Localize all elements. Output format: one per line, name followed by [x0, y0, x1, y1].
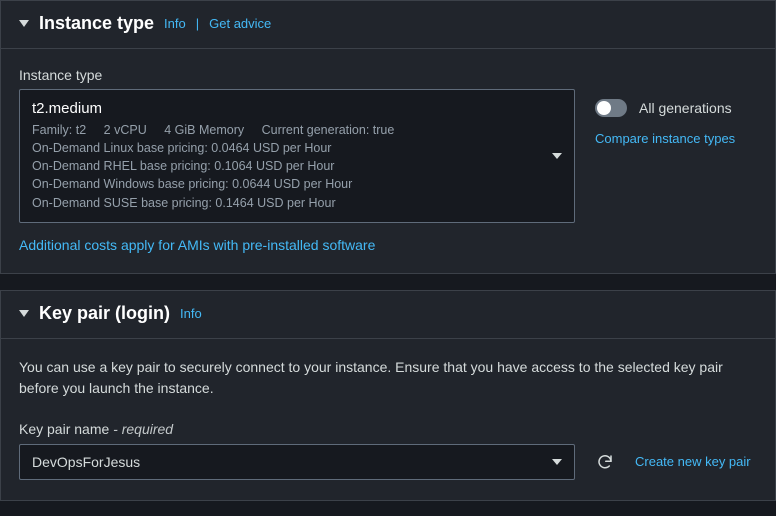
pricing-line: On-Demand SUSE base pricing: 0.1464 USD …	[32, 194, 538, 212]
key-pair-field-label: Key pair name - required	[19, 421, 757, 437]
instance-meta: Family: t2 2 vCPU 4 GiB Memory Current g…	[32, 121, 538, 212]
key-pair-title: Key pair (login)	[39, 303, 170, 324]
pricing-line: On-Demand Windows base pricing: 0.0644 U…	[32, 175, 538, 193]
instance-memory: 4 GiB Memory	[164, 123, 244, 137]
pricing-line: On-Demand RHEL base pricing: 0.1064 USD …	[32, 157, 538, 175]
instance-type-body: Instance type t2.medium Family: t2 2 vCP…	[1, 48, 775, 273]
key-pair-selected-value: DevOpsForJesus	[32, 454, 140, 470]
info-link[interactable]: Info	[180, 306, 202, 321]
create-key-pair-link[interactable]: Create new key pair	[635, 454, 751, 469]
key-pair-panel: Key pair (login) Info You can use a key …	[0, 290, 776, 501]
chevron-down-icon	[552, 153, 562, 159]
instance-type-selector[interactable]: t2.medium Family: t2 2 vCPU 4 GiB Memory…	[19, 89, 575, 223]
instance-type-field-label: Instance type	[19, 67, 757, 83]
all-generations-label: All generations	[639, 100, 732, 116]
instance-name: t2.medium	[32, 100, 538, 117]
key-pair-header[interactable]: Key pair (login) Info	[1, 291, 775, 338]
refresh-icon	[596, 453, 614, 471]
pipe-separator: |	[196, 16, 199, 31]
additional-costs-link[interactable]: Additional costs apply for AMIs with pre…	[19, 237, 375, 253]
instance-current-gen: Current generation: true	[262, 123, 395, 137]
refresh-button[interactable]	[589, 446, 621, 478]
instance-vcpu: 2 vCPU	[104, 123, 147, 137]
collapse-caret-icon	[19, 20, 29, 27]
chevron-down-icon	[552, 459, 562, 465]
key-pair-body: You can use a key pair to securely conne…	[1, 338, 775, 500]
instance-type-header[interactable]: Instance type Info | Get advice	[1, 1, 775, 48]
pricing-line: On-Demand Linux base pricing: 0.0464 USD…	[32, 139, 538, 157]
get-advice-link[interactable]: Get advice	[209, 16, 271, 31]
all-generations-toggle[interactable]	[595, 99, 627, 117]
instance-type-panel: Instance type Info | Get advice Instance…	[0, 0, 776, 274]
instance-family: Family: t2	[32, 123, 86, 137]
key-pair-description: You can use a key pair to securely conne…	[19, 357, 757, 399]
key-pair-selector[interactable]: DevOpsForJesus	[19, 444, 575, 480]
instance-type-title: Instance type	[39, 13, 154, 34]
required-indicator: - required	[109, 421, 173, 437]
info-link[interactable]: Info	[164, 16, 186, 31]
compare-instance-types-link[interactable]: Compare instance types	[595, 131, 757, 146]
key-pair-label-text: Key pair name	[19, 421, 109, 437]
collapse-caret-icon	[19, 310, 29, 317]
